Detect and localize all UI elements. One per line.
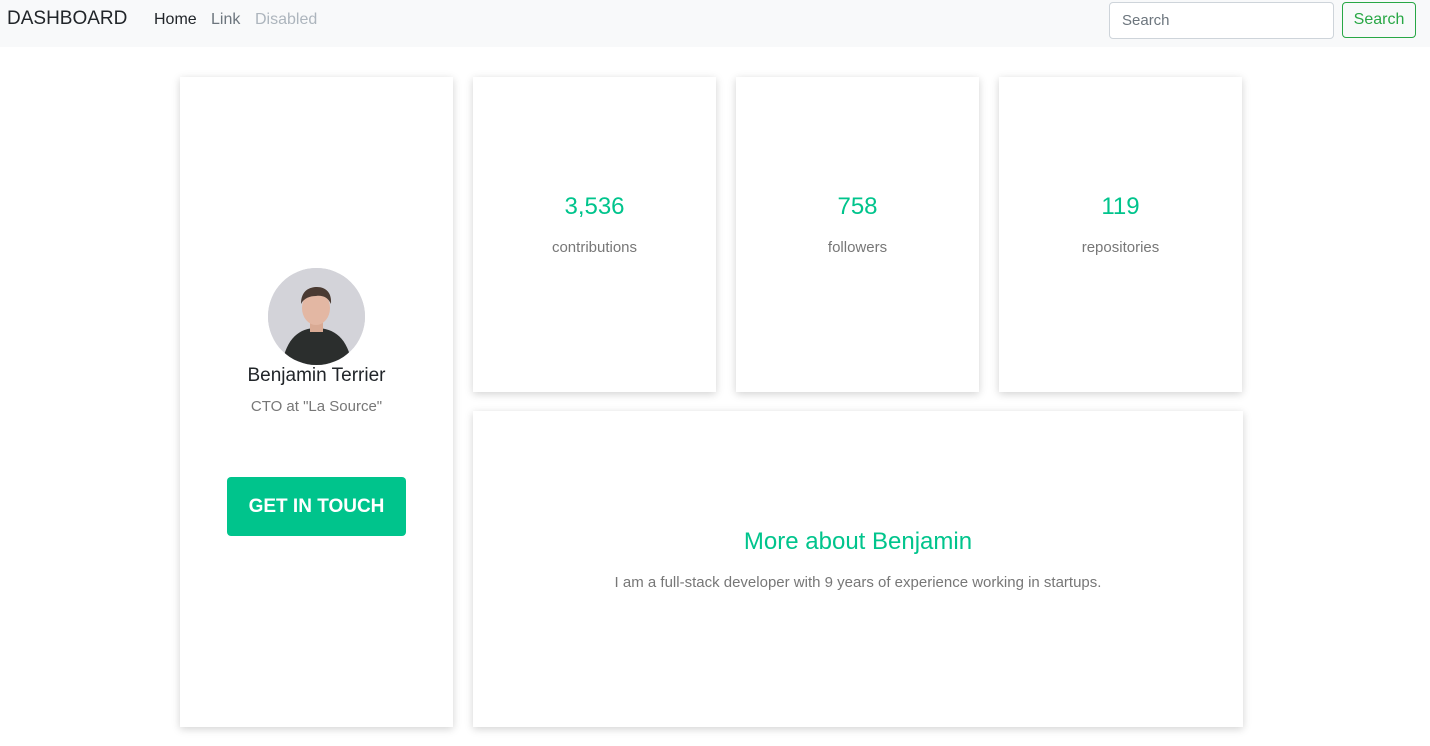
navbar: DASHBOARD Home Link Disabled Search (0, 0, 1430, 47)
stat-card-followers: 758 followers (736, 77, 979, 392)
stat-card-repositories: 119 repositories (999, 77, 1242, 392)
stat-value: 3,536 (564, 193, 625, 220)
nav-link-disabled: Disabled (255, 11, 318, 28)
stat-label: followers (827, 239, 888, 256)
avatar (268, 268, 365, 365)
about-card: More about Benjamin I am a full-stack de… (473, 411, 1243, 727)
brand-link[interactable]: DASHBOARD (7, 8, 127, 30)
profile-role: CTO at "La Source" (250, 398, 383, 415)
about-text: I am a full-stack developer with 9 years… (614, 574, 1102, 591)
profile-card: Benjamin Terrier CTO at "La Source" GET … (180, 77, 453, 727)
nav-link-link[interactable]: Link (211, 11, 240, 29)
stat-value: 758 (837, 193, 878, 220)
search-button[interactable]: Search (1342, 2, 1416, 38)
stat-value: 119 (1101, 193, 1140, 220)
stat-label: repositories (1081, 239, 1160, 256)
stat-card-contributions: 3,536 contributions (473, 77, 716, 392)
profile-name: Benjamin Terrier (247, 365, 386, 386)
search-input[interactable] (1109, 2, 1334, 39)
about-title: More about Benjamin (743, 528, 973, 555)
nav-link-home[interactable]: Home (154, 11, 197, 29)
stat-label: contributions (551, 239, 638, 256)
avatar-image (268, 268, 365, 365)
get-in-touch-button[interactable]: GET IN TOUCH (227, 477, 406, 536)
